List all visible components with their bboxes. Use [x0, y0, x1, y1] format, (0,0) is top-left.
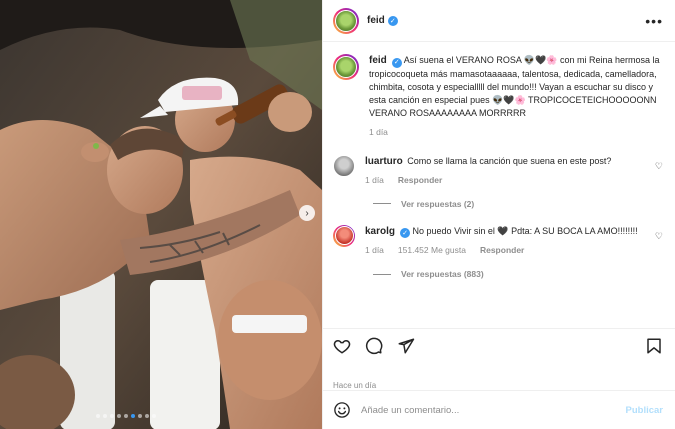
caption-username[interactable]: feid — [369, 55, 387, 66]
comment-likes[interactable]: 151.452 Me gusta — [398, 244, 466, 257]
post-photo — [0, 0, 322, 429]
comment-time[interactable]: 1 día — [365, 244, 384, 257]
comment-like-icon[interactable]: ♡ — [655, 155, 663, 187]
share-icon[interactable] — [397, 337, 415, 355]
carousel-dot — [110, 414, 114, 418]
comment-text: Como se llama la canción que suena en es… — [407, 155, 612, 166]
heart-icon[interactable] — [333, 337, 351, 355]
view-replies-label: Ver respuestas (883) — [401, 269, 484, 279]
comment-item: karolg ✓ No puedo Vivir sin el 🖤 Pdta: A … — [333, 224, 663, 258]
replies-divider — [373, 203, 391, 204]
caption-time[interactable]: 1 día — [369, 126, 388, 139]
verified-badge-icon: ✓ — [391, 57, 402, 68]
carousel-dot — [145, 414, 149, 418]
reply-button[interactable]: Responder — [480, 244, 524, 257]
carousel-dot — [152, 414, 156, 418]
author-username[interactable]: feid — [367, 15, 385, 26]
comment-like-icon[interactable]: ♡ — [655, 225, 663, 258]
reply-button[interactable]: Responder — [398, 174, 442, 187]
caption-text: Así suena el VERANO ROSA 👽🖤🌸 con mi Rein… — [369, 55, 660, 118]
post-actions: Hace un día — [323, 328, 675, 390]
carousel-dots — [96, 414, 156, 418]
post-date[interactable]: Hace un día — [333, 381, 663, 390]
comment-item: luarturo Como se llama la canción que su… — [333, 154, 663, 187]
view-replies-button[interactable]: Ver respuestas (2) — [373, 199, 663, 209]
carousel-dot — [138, 414, 142, 418]
commenter-avatar[interactable] — [333, 154, 355, 177]
comments-feed[interactable]: feid ✓ Así suena el VERANO ROSA 👽🖤🌸 con m… — [323, 42, 675, 328]
commenter-avatar[interactable] — [333, 224, 355, 247]
author-avatar[interactable] — [333, 7, 359, 34]
carousel-dot — [131, 414, 135, 418]
more-options-icon[interactable]: ••• — [645, 13, 663, 29]
view-replies-label: Ver respuestas (2) — [401, 198, 475, 209]
comment-icon[interactable] — [365, 337, 383, 355]
carousel-dot — [103, 414, 107, 418]
carousel-dot — [117, 414, 121, 418]
bookmark-icon[interactable] — [645, 337, 663, 355]
verified-badge-icon: ✓ — [387, 15, 398, 26]
verified-badge-icon: ✓ — [400, 228, 411, 238]
post-caption: feid ✓ Así suena el VERANO ROSA 👽🖤🌸 con m… — [333, 54, 663, 139]
publish-button[interactable]: Publicar — [626, 405, 664, 416]
carousel-next-button[interactable]: › — [299, 205, 315, 221]
replies-divider — [373, 273, 391, 275]
comment-username[interactable]: luarturo — [365, 156, 403, 167]
comment-username[interactable]: karolg — [365, 226, 395, 237]
post-side-panel: feid ✓ ••• feid ✓ Así suena el VERANO ROS… — [322, 0, 675, 429]
comment-time[interactable]: 1 día — [365, 174, 384, 187]
comment-input[interactable] — [361, 404, 616, 416]
view-replies-button[interactable]: Ver respuestas (883) — [373, 269, 663, 279]
post-image[interactable]: › — [0, 0, 322, 429]
carousel-dot — [96, 414, 100, 418]
comment-text: No puedo Vivir sin el 🖤 Pdta: A SU BOCA … — [412, 225, 638, 236]
add-comment-bar: Publicar — [323, 390, 675, 429]
caption-avatar[interactable] — [333, 54, 359, 80]
emoji-icon[interactable] — [333, 401, 351, 419]
carousel-dot — [124, 414, 128, 418]
post-header: feid ✓ ••• — [323, 0, 675, 42]
